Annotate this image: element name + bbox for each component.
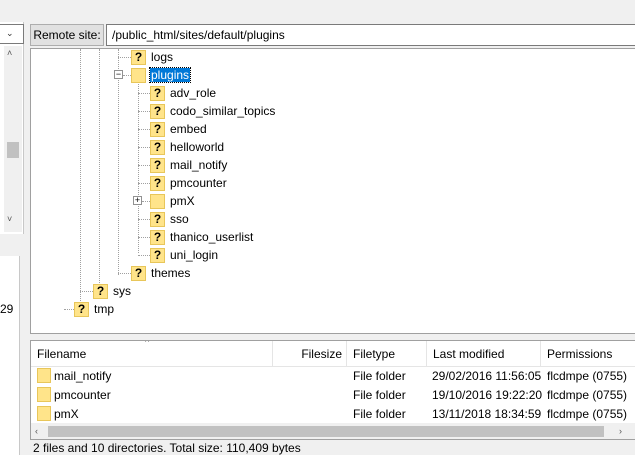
tree-item-tmp[interactable]: ? tmp [74, 300, 115, 318]
local-site-dropdown[interactable]: ⌄ [0, 24, 24, 44]
file-permissions: flcdmpe (0755) [547, 407, 628, 421]
tree-item-helloworld[interactable]: ? helloworld [150, 138, 225, 156]
column-header-last-modified[interactable]: Last modified [427, 341, 541, 367]
remote-file-list[interactable]: ^ Filename Filesize Filetype Last modifi… [30, 340, 635, 440]
unknown-folder-icon: ? [150, 157, 165, 173]
unknown-folder-icon: ? [150, 247, 165, 263]
open-folder-icon [131, 67, 146, 83]
unknown-folder-icon: ? [150, 229, 165, 245]
status-bar: 2 files and 10 directories. Total size: … [30, 440, 635, 455]
scroll-thumb[interactable] [48, 426, 604, 437]
tree-item-label: mail_notify [170, 158, 228, 172]
unknown-folder-icon: ? [150, 85, 165, 101]
remote-site-bar: Remote site: /public_html/sites/default/… [30, 22, 635, 48]
tree-item-sso[interactable]: ? sso [150, 210, 190, 228]
file-list-horizontal-scrollbar[interactable]: ‹ › [31, 423, 635, 439]
tree-item-label: plugins [148, 67, 192, 83]
unknown-folder-icon: ? [150, 139, 165, 155]
folder-icon [150, 193, 165, 209]
remote-directory-tree[interactable]: ? logs − plugins ? adv_role ? codo_simil… [30, 48, 635, 334]
unknown-folder-icon: ? [131, 49, 146, 65]
local-file-list [0, 256, 20, 455]
file-type: File folder [353, 407, 406, 421]
tree-item-label: logs [151, 50, 174, 64]
tree-item-label: adv_role [170, 86, 217, 100]
tree-item-sys[interactable]: ? sys [93, 282, 132, 300]
file-name: pmX [54, 407, 79, 421]
scroll-up-icon[interactable]: ˄ [7, 48, 12, 58]
file-type: File folder [353, 369, 406, 383]
scroll-right-icon[interactable]: › [619, 426, 622, 436]
file-row[interactable]: pmX File folder 13/11/2018 18:34:59 flcd… [31, 405, 635, 423]
file-row[interactable]: mail_notify File folder 29/02/2016 11:56… [31, 367, 635, 385]
file-size [273, 386, 343, 404]
local-list-partial-text: 29 [0, 302, 14, 316]
unknown-folder-icon: ? [131, 265, 146, 281]
file-name: pmcounter [54, 388, 111, 402]
collapse-icon[interactable]: − [114, 70, 123, 79]
unknown-folder-icon: ? [93, 283, 108, 299]
tree-item-label: thanico_userlist [170, 230, 254, 244]
file-modified: 13/11/2018 18:34:59 [432, 407, 542, 421]
column-header-permissions[interactable]: Permissions [541, 341, 635, 367]
unknown-folder-icon: ? [150, 121, 165, 137]
file-name: mail_notify [54, 369, 112, 383]
tree-item-adv-role[interactable]: ? adv_role [150, 84, 217, 102]
unknown-folder-icon: ? [74, 301, 89, 317]
column-header-filetype[interactable]: Filetype [347, 341, 427, 367]
scroll-thumb[interactable] [7, 142, 19, 158]
tree-item-label: themes [151, 266, 191, 280]
tree-item-label: uni_login [170, 248, 219, 262]
tree-item-uni-login[interactable]: ? uni_login [150, 246, 219, 264]
scroll-down-icon[interactable]: ˅ [7, 214, 12, 224]
file-permissions: flcdmpe (0755) [547, 369, 628, 383]
file-list-header: ^ Filename Filesize Filetype Last modifi… [31, 341, 635, 367]
folder-icon [37, 406, 51, 421]
tree-item-label: embed [170, 122, 207, 136]
tree-item-pmcounter[interactable]: ? pmcounter [150, 174, 228, 192]
remote-site-label: Remote site: [30, 24, 104, 46]
chevron-down-icon[interactable]: ⌄ [6, 28, 14, 39]
column-header-filename[interactable]: Filename [31, 341, 273, 367]
tree-item-label: pmX [170, 194, 195, 208]
file-size [273, 367, 343, 385]
tree-item-label: pmcounter [170, 176, 227, 190]
tree-item-plugins[interactable]: plugins [131, 66, 192, 84]
scroll-left-icon[interactable]: ‹ [35, 426, 38, 436]
unknown-folder-icon: ? [150, 103, 165, 119]
tree-item-codo-similar-topics[interactable]: ? codo_similar_topics [150, 102, 276, 120]
unknown-folder-icon: ? [150, 175, 165, 191]
unknown-folder-icon: ? [150, 211, 165, 227]
status-text: 2 files and 10 directories. Total size: … [33, 441, 301, 455]
file-row[interactable]: pmcounter File folder 19/10/2016 19:22:2… [31, 386, 635, 404]
tree-item-logs[interactable]: ? logs [131, 49, 174, 66]
file-type: File folder [353, 388, 406, 402]
expand-icon[interactable]: + [133, 196, 142, 205]
tree-item-themes[interactable]: ? themes [131, 264, 191, 282]
file-size [273, 405, 343, 423]
tree-item-label: codo_similar_topics [170, 104, 276, 118]
remote-path-input[interactable]: /public_html/sites/default/plugins [106, 24, 635, 46]
folder-icon [37, 368, 51, 383]
tree-item-embed[interactable]: ? embed [150, 120, 208, 138]
tree-item-label: helloworld [170, 140, 225, 154]
tree-item-thanico-userlist[interactable]: ? thanico_userlist [150, 228, 254, 246]
file-permissions: flcdmpe (0755) [547, 388, 628, 402]
local-tree-scrollbar[interactable]: ˄ ˅ [4, 46, 22, 232]
column-header-filesize[interactable]: Filesize [273, 341, 347, 367]
file-modified: 29/02/2016 11:56:05 [432, 369, 542, 383]
file-modified: 19/10/2016 19:22:20 [432, 388, 543, 402]
folder-icon [37, 387, 51, 402]
tree-item-mail-notify[interactable]: ? mail_notify [150, 156, 228, 174]
tree-item-label: sso [170, 212, 189, 226]
tree-item-pmx[interactable]: pmX [150, 192, 196, 210]
tree-item-label: tmp [94, 302, 115, 316]
tree-item-label: sys [113, 284, 131, 298]
